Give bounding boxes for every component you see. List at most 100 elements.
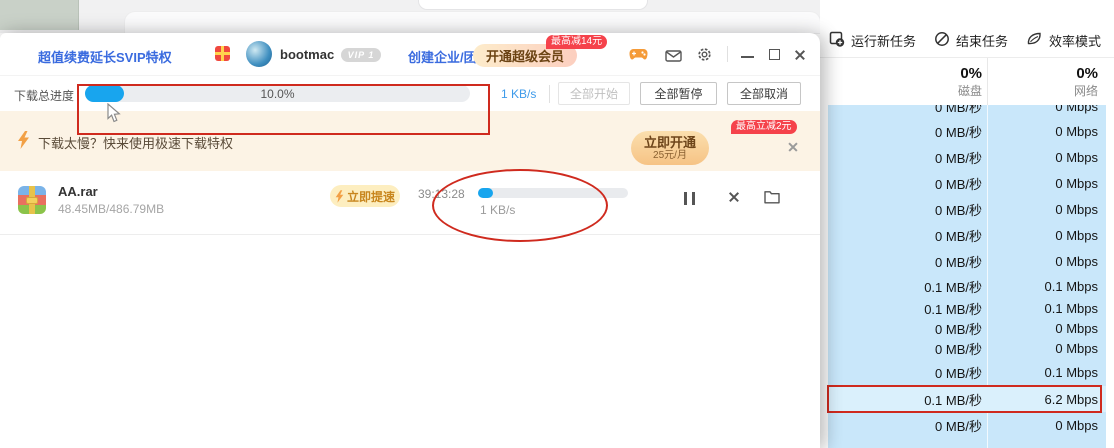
table-row[interactable]: 0 MB/秒 0 Mbps: [828, 222, 1106, 248]
table-row[interactable]: 0 MB/秒 0 Mbps: [828, 144, 1106, 170]
svip-renew-link[interactable]: 超值续费延长SVIP特权: [38, 47, 172, 66]
disk-value: 0.1 MB/秒: [828, 390, 987, 409]
column-header-network[interactable]: 0% 网络: [987, 60, 1106, 105]
disk-value: 0 MB/秒: [828, 200, 987, 219]
folder-icon[interactable]: [764, 190, 780, 209]
table-row[interactable]: 0 MB/秒 0.1 Mbps: [828, 358, 1106, 386]
table-row[interactable]: 0.1 MB/秒 0.1 Mbps: [828, 274, 1106, 298]
network-value: 0 Mbps: [987, 105, 1106, 114]
leaf-icon: [1026, 31, 1043, 49]
run-new-task-button[interactable]: 运行新任务: [820, 31, 925, 50]
cancel-all-button[interactable]: 全部取消: [727, 82, 801, 105]
end-task-icon: [934, 31, 950, 50]
table-row[interactable]: 0 MB/秒 0 Mbps: [828, 118, 1106, 144]
column-divider: [987, 58, 988, 105]
table-row[interactable]: 0 MB/秒 0 Mbps: [828, 170, 1106, 196]
mail-icon[interactable]: [665, 49, 682, 67]
discount-badge: 最高减14元: [546, 35, 607, 49]
table-row[interactable]: 0 MB/秒 0 Mbps: [828, 196, 1106, 222]
file-name: AA.rar: [58, 184, 98, 199]
table-row[interactable]: 0 MB/秒 0 Mbps: [828, 318, 1106, 338]
disk-label: 磁盘: [958, 83, 982, 99]
end-task-label: 结束任务: [956, 31, 1008, 50]
end-task-button[interactable]: 结束任务: [925, 31, 1017, 50]
disk-value: 0 MB/秒: [828, 339, 987, 358]
table-row[interactable]: 0 MB/秒 0 Mbps: [828, 248, 1106, 274]
item-speed: 1 KB/s: [480, 203, 515, 217]
background-window-fragment: [0, 0, 79, 30]
boost-button[interactable]: 立即提速: [330, 185, 400, 207]
network-value: 0 Mbps: [987, 124, 1106, 139]
file-size: 48.45MB/486.79MB: [58, 202, 164, 216]
network-value: 0 Mbps: [987, 228, 1106, 243]
total-progress-label: 下载总进度: [14, 87, 74, 104]
gamepad-icon[interactable]: [629, 48, 648, 66]
disk-value: 0 MB/秒: [828, 226, 987, 245]
cancel-icon[interactable]: [728, 191, 740, 203]
disk-value: 0.1 MB/秒: [828, 299, 987, 318]
item-progress-fill: [478, 188, 493, 198]
taskmgr-toolbar: 运行新任务 结束任务 效率模式: [820, 25, 1114, 55]
network-value: 0.1 Mbps: [987, 279, 1106, 294]
table-row[interactable]: 0 MB/秒 0 Mbps: [828, 338, 1106, 358]
network-value: 0.1 Mbps: [987, 365, 1106, 380]
efficiency-mode-label: 效率模式: [1049, 31, 1101, 50]
open-now-title: 立即开通: [644, 135, 696, 150]
network-value: 0 Mbps: [987, 418, 1106, 433]
progress-separator: [549, 85, 550, 103]
lightning-icon: [17, 131, 30, 154]
gift-icon[interactable]: [215, 46, 230, 61]
boost-label: 立即提速: [347, 188, 395, 205]
disk-value: 0.1 MB/秒: [828, 277, 987, 296]
total-progress-bar[interactable]: 10.0%: [85, 85, 470, 102]
efficiency-mode-button[interactable]: 效率模式: [1017, 31, 1110, 50]
download-item-row[interactable]: AA.rar 48.45MB/486.79MB 立即提速 39:13:28 1 …: [0, 171, 820, 235]
column-header-disk[interactable]: 0% 磁盘: [828, 60, 987, 105]
mouse-cursor: [107, 103, 124, 128]
start-all-button[interactable]: 全部开始: [558, 82, 630, 105]
network-percent: 0%: [1076, 64, 1098, 83]
network-label: 网络: [1074, 83, 1098, 99]
network-value: 0 Mbps: [987, 321, 1106, 336]
open-now-button[interactable]: 立即开通 25元/月: [631, 131, 709, 165]
table-row[interactable]: 0.1 MB/秒 6.2 Mbps: [828, 386, 1106, 412]
disk-percent: 0%: [960, 64, 982, 83]
maximize-icon[interactable]: [769, 49, 780, 60]
gear-icon[interactable]: [697, 47, 712, 67]
table-row[interactable]: 0.1 MB/秒 0.1 Mbps: [828, 298, 1106, 318]
time-remaining: 39:13:28: [418, 187, 465, 201]
banner-text: 下载太慢？快来使用极速下载特权: [38, 133, 233, 152]
table-row[interactable]: 0 MB/秒 0 Mbps: [828, 105, 1106, 118]
vip-badge: VIP 1: [341, 48, 381, 62]
minimize-icon[interactable]: [741, 56, 754, 58]
disk-value: 0 MB/秒: [828, 363, 987, 382]
disk-value: 0 MB/秒: [828, 319, 987, 338]
taskmgr-rows: 0 MB/秒 0 Mbps 0 MB/秒 0 Mbps 0 MB/秒 0 Mbp…: [828, 105, 1106, 448]
disk-value: 0 MB/秒: [828, 252, 987, 271]
pause-all-button[interactable]: 全部暂停: [640, 82, 717, 105]
lightning-icon: [335, 190, 344, 203]
close-icon[interactable]: [794, 49, 806, 61]
table-row[interactable]: 0 MB/秒 0 Mbps: [828, 412, 1106, 438]
toolbar-divider: [820, 57, 1114, 58]
item-progress-bar: [478, 188, 628, 198]
discount-badge-2: 最高立减2元: [731, 120, 797, 134]
disk-value: 0 MB/秒: [828, 122, 987, 141]
run-new-task-label: 运行新任务: [851, 31, 916, 50]
network-value: 0 Mbps: [987, 176, 1106, 191]
disk-value: 0 MB/秒: [828, 416, 987, 435]
pause-icon[interactable]: [684, 192, 695, 205]
username[interactable]: bootmac: [280, 47, 334, 62]
disk-value: 0 MB/秒: [828, 174, 987, 193]
rar-file-icon: [18, 186, 46, 214]
background-app-window: [125, 12, 820, 33]
window-header: 超值续费延长SVIP特权 bootmac VIP 1 创建企业/团队 开通超级会…: [0, 33, 820, 76]
network-value: 0.1 Mbps: [987, 301, 1106, 316]
header-separator: [727, 46, 728, 62]
banner-close-icon[interactable]: [787, 141, 798, 152]
network-value: 0 Mbps: [987, 341, 1106, 356]
download-manager-window: 超值续费延长SVIP特权 bootmac VIP 1 创建企业/团队 开通超级会…: [0, 33, 820, 448]
avatar[interactable]: [246, 41, 272, 67]
open-now-price: 25元/月: [653, 150, 687, 162]
total-progress-percent: 10.0%: [85, 85, 470, 102]
